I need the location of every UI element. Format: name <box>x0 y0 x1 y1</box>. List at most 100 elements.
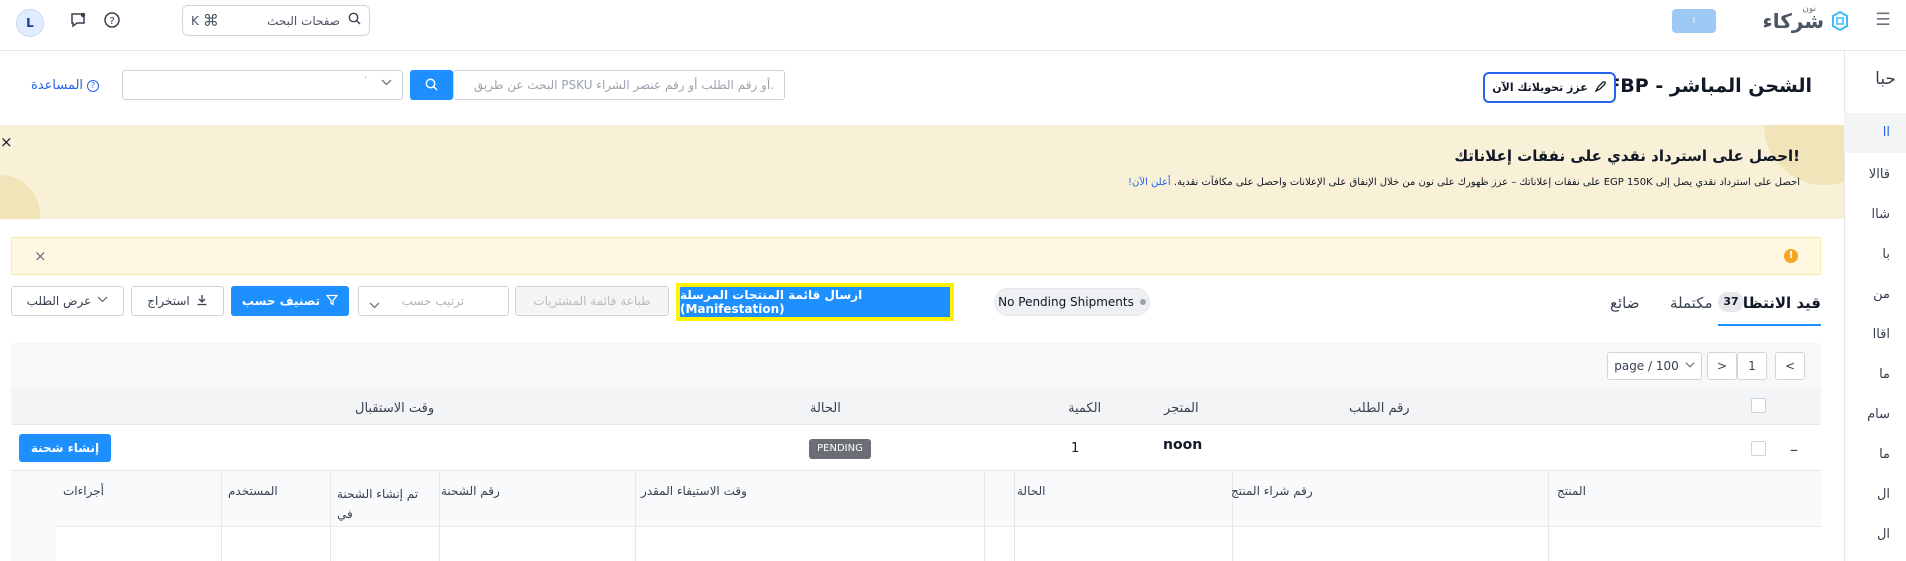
pager-next-button[interactable]: > <box>1707 352 1737 380</box>
shortcut-key: K <box>191 13 199 28</box>
subcolumn-actions: أجراءات <box>63 484 104 498</box>
filter-select[interactable]: · <box>122 70 403 100</box>
help-link[interactable]: المساعدة ? <box>31 78 100 93</box>
order-search-input[interactable]: البحث عن طريق PSKU أو رقم الطلب أو رقم ع… <box>453 70 785 100</box>
sidebar-item-4[interactable]: با <box>1882 247 1890 262</box>
view-order-select[interactable]: عرض الطلب <box>11 286 124 316</box>
column-divider <box>1014 472 1015 561</box>
command-icon: ⌘ <box>202 11 219 30</box>
sidebar-item-10[interactable]: ال <box>1877 487 1890 502</box>
tab-completed[interactable]: مكتملة <box>1670 294 1713 312</box>
completed-count-badge: 37 <box>1718 292 1744 312</box>
pager-current-page[interactable]: 1 <box>1737 352 1767 380</box>
subtable-header <box>56 472 1821 527</box>
column-status: الحالة <box>810 401 841 416</box>
send-manifest-button[interactable]: ارسال قائمة المنتجات المرسلة (Manifestat… <box>676 283 954 321</box>
menu-icon[interactable]: ☰ <box>1874 12 1892 29</box>
promo-body: احصل على استرداد نقدي يصل إلى EGP 150K ع… <box>1128 177 1800 188</box>
per-page-label: page / 100 <box>1614 359 1679 373</box>
top-bar: ☰ شركاء نون ı L ? K ⌘ صفحات البحث <box>0 0 1906 51</box>
row-checkbox[interactable] <box>1751 441 1766 456</box>
sort-placeholder: ترتيب حسب <box>401 294 464 308</box>
promo-body-text: احصل على استرداد نقدي يصل إلى EGP 150K ع… <box>1173 177 1800 188</box>
sidebar: حبا اا قاالا شاا با من اقاا ما سام ما ال… <box>1844 51 1906 561</box>
collapse-row-button[interactable]: – <box>1790 440 1798 459</box>
active-tab-underline <box>1718 324 1821 326</box>
search-icon <box>425 78 438 91</box>
avatar[interactable]: L <box>16 9 44 37</box>
chevron-down-icon <box>369 294 380 322</box>
chevron-down-icon <box>381 77 392 91</box>
sidebar-item-9[interactable]: ما <box>1879 447 1890 462</box>
column-divider <box>330 472 331 561</box>
column-divider <box>1548 472 1549 561</box>
column-divider <box>439 472 440 561</box>
classify-label: تصنيف حسب <box>241 294 321 308</box>
select-all-checkbox[interactable] <box>1751 398 1766 413</box>
store-switcher[interactable]: ı <box>1672 9 1716 33</box>
logo-mark-icon <box>1832 10 1848 32</box>
sidebar-item-5[interactable]: من <box>1873 287 1890 302</box>
sidebar-item-11[interactable]: ال <box>1877 527 1890 542</box>
column-divider <box>221 472 222 561</box>
global-search[interactable]: K ⌘ صفحات البحث <box>182 5 370 36</box>
pager-per-page-select[interactable]: page / 100 <box>1607 352 1702 380</box>
classify-by-button[interactable]: تصنيف حسب <box>231 286 349 316</box>
page-title: FBP - الشحن المباشر <box>1607 75 1812 97</box>
feedback-icon[interactable] <box>67 11 89 33</box>
promo-headline: احصل على استرداد نقدي على نفقات إعلاناتك… <box>1454 147 1800 165</box>
chevron-down-icon <box>97 294 108 308</box>
boost-conversions-button[interactable]: عزز تحويلاتك الآن <box>1483 72 1616 103</box>
column-receive-time: وقت الاستقبال <box>355 401 435 416</box>
logo-subtext: نون <box>1802 4 1816 14</box>
sidebar-item-3[interactable]: شاا <box>1872 207 1890 222</box>
pager-prev-button[interactable]: < <box>1775 352 1805 380</box>
sidebar-item-2[interactable]: قاالا <box>1869 167 1890 182</box>
column-order-number: رقم الطلب <box>1349 401 1410 416</box>
subcolumn-user: المستخدم <box>228 484 278 498</box>
search-icon <box>348 12 361 29</box>
question-icon: ? <box>87 79 100 92</box>
subcolumn-shipment-created: تم إنشاء الشحنة في <box>337 487 419 521</box>
logo[interactable]: شركاء نون <box>1763 4 1850 36</box>
subcolumn-fulfill-time: وقت الاستيفاء المقدر <box>641 484 747 498</box>
subcolumn-shipment-number: رقم الشحنة <box>441 484 500 498</box>
create-shipment-button[interactable]: إنشاء شحنة <box>19 434 111 462</box>
export-button[interactable]: استخراج <box>131 286 224 316</box>
filter-dot: · <box>364 73 368 84</box>
subcolumn-product: المنتج <box>1557 484 1586 498</box>
close-icon[interactable]: × <box>0 133 13 151</box>
tab-lost[interactable]: ضائع <box>1610 294 1639 312</box>
download-icon <box>196 294 208 309</box>
export-label: استخراج <box>147 294 190 308</box>
subcolumn-status: الحالة <box>1017 484 1046 498</box>
store-logo: noon <box>1163 437 1202 453</box>
status-badge: PENDING <box>809 439 871 459</box>
table-header <box>11 389 1821 425</box>
warning-icon: ! <box>1784 249 1798 263</box>
help-label: المساعدة <box>31 78 84 93</box>
tab-pending[interactable]: قيد الانتظار <box>1734 294 1821 312</box>
promo-banner: × احصل على استرداد نقدي على نفقات إعلانا… <box>0 125 1844 219</box>
sidebar-item-1[interactable]: اا <box>1883 125 1890 140</box>
sidebar-item-6[interactable]: اقاا <box>1873 327 1890 342</box>
sort-select[interactable]: ترتيب حسب <box>358 286 509 316</box>
order-search-button[interactable] <box>410 70 453 100</box>
sidebar-item-8[interactable]: سام <box>1867 407 1890 422</box>
pending-shipments-label: No Pending Shipments <box>998 295 1134 309</box>
shortcut-hint: K ⌘ <box>191 11 219 30</box>
print-purchase-list-button[interactable]: طباعة قائمة المشتريات <box>515 286 669 316</box>
row-quantity: 1 <box>1071 441 1080 456</box>
table-row[interactable] <box>11 425 1821 471</box>
sidebar-item-7[interactable]: ما <box>1879 367 1890 382</box>
help-icon[interactable]: ? <box>101 11 123 33</box>
boost-label: عزز تحويلاتك الآن <box>1492 81 1588 94</box>
column-divider <box>984 472 985 561</box>
subcolumn-product-po: رقم شراء المنتج <box>1231 484 1313 498</box>
rocket-icon <box>1594 80 1607 96</box>
global-search-placeholder: صفحات البحث <box>267 13 340 28</box>
warning-banner: ! × <box>11 237 1821 275</box>
close-icon[interactable]: × <box>34 247 47 265</box>
pending-shipments-pill: No Pending Shipments <box>994 288 1150 316</box>
promo-link[interactable]: أعلن الآن! <box>1128 177 1171 188</box>
